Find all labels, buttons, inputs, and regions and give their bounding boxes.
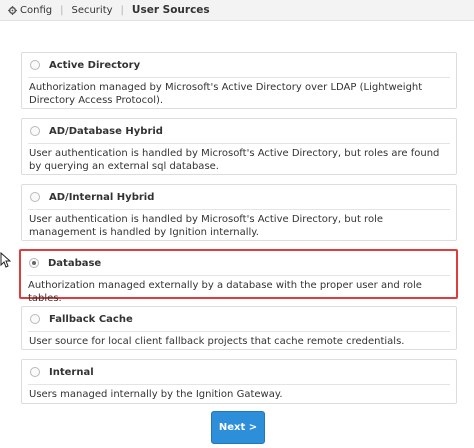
option-active-directory[interactable]: Active Directory Authorization managed b… — [21, 52, 457, 109]
breadcrumb-separator: | — [60, 4, 64, 16]
option-description: User source for local client fallback pr… — [29, 336, 405, 347]
option-title: AD/Internal Hybrid — [49, 191, 155, 203]
option-description: User authentication is handled by Micros… — [29, 214, 383, 238]
option-description: Authorization managed externally by a da… — [28, 280, 422, 304]
breadcrumb-security[interactable]: Security — [71, 5, 112, 16]
option-internal[interactable]: Internal Users managed internally by the… — [21, 359, 457, 404]
option-database[interactable]: Database Authorization managed externall… — [19, 249, 458, 304]
option-description: User authentication is handled by Micros… — [29, 148, 440, 172]
radio-ad-internal-hybrid[interactable] — [30, 192, 40, 202]
option-ad-database-hybrid[interactable]: AD/Database Hybrid User authentication i… — [21, 118, 457, 175]
option-title: Internal — [49, 366, 94, 378]
cursor-icon — [0, 252, 11, 268]
radio-ad-database-hybrid[interactable] — [30, 126, 40, 136]
option-title: Database — [48, 257, 102, 269]
option-description: Authorization managed by Microsoft's Act… — [29, 82, 423, 106]
breadcrumb-config[interactable]: Config — [20, 5, 52, 16]
breadcrumb: Config | Security | User Sources — [0, 0, 474, 21]
radio-active-directory[interactable] — [30, 60, 40, 70]
radio-fallback-cache[interactable] — [30, 314, 40, 324]
option-fallback-cache[interactable]: Fallback Cache User source for local cli… — [21, 306, 457, 350]
gear-icon — [8, 5, 17, 15]
option-ad-internal-hybrid[interactable]: AD/Internal Hybrid User authentication i… — [21, 184, 457, 241]
radio-database[interactable] — [29, 258, 39, 268]
breadcrumb-separator: | — [120, 4, 124, 16]
option-title: AD/Database Hybrid — [49, 125, 163, 137]
next-button[interactable]: Next > — [211, 411, 265, 444]
radio-internal[interactable] — [30, 367, 40, 377]
option-description: Users managed internally by the Ignition… — [29, 389, 283, 400]
option-title: Active Directory — [49, 59, 141, 71]
option-title: Fallback Cache — [49, 313, 133, 325]
breadcrumb-user-sources: User Sources — [131, 4, 210, 16]
